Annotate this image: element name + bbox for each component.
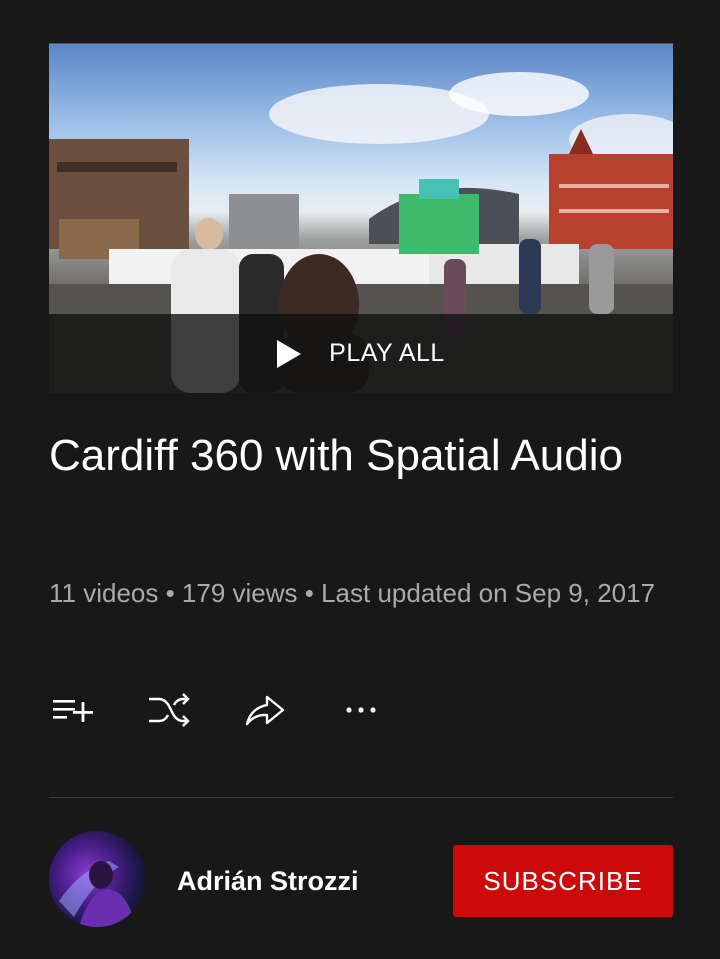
more-horizontal-icon bbox=[346, 707, 376, 713]
shuffle-icon bbox=[149, 693, 190, 727]
play-all-button[interactable]: PLAY ALL bbox=[49, 314, 673, 393]
subscribe-button[interactable]: SUBSCRIBE bbox=[453, 845, 673, 917]
channel-name[interactable]: Adrián Strozzi bbox=[177, 866, 359, 897]
playlist-title: Cardiff 360 with Spatial Audio bbox=[49, 431, 623, 480]
playlist-meta: 11 videos • 179 views • Last updated on … bbox=[49, 578, 656, 608]
shuffle-button[interactable] bbox=[145, 688, 193, 732]
playlist-add-icon bbox=[53, 700, 93, 722]
avatar-image bbox=[59, 861, 135, 927]
channel-avatar[interactable] bbox=[49, 831, 145, 927]
play-icon bbox=[277, 339, 302, 368]
share-icon bbox=[245, 695, 285, 726]
share-button[interactable] bbox=[241, 688, 289, 732]
playlist-thumbnail[interactable]: PLAY ALL bbox=[49, 43, 673, 393]
more-button[interactable] bbox=[337, 688, 385, 732]
play-all-label: PLAY ALL bbox=[329, 339, 445, 367]
save-to-playlist-button[interactable] bbox=[49, 688, 97, 732]
divider bbox=[49, 797, 673, 798]
